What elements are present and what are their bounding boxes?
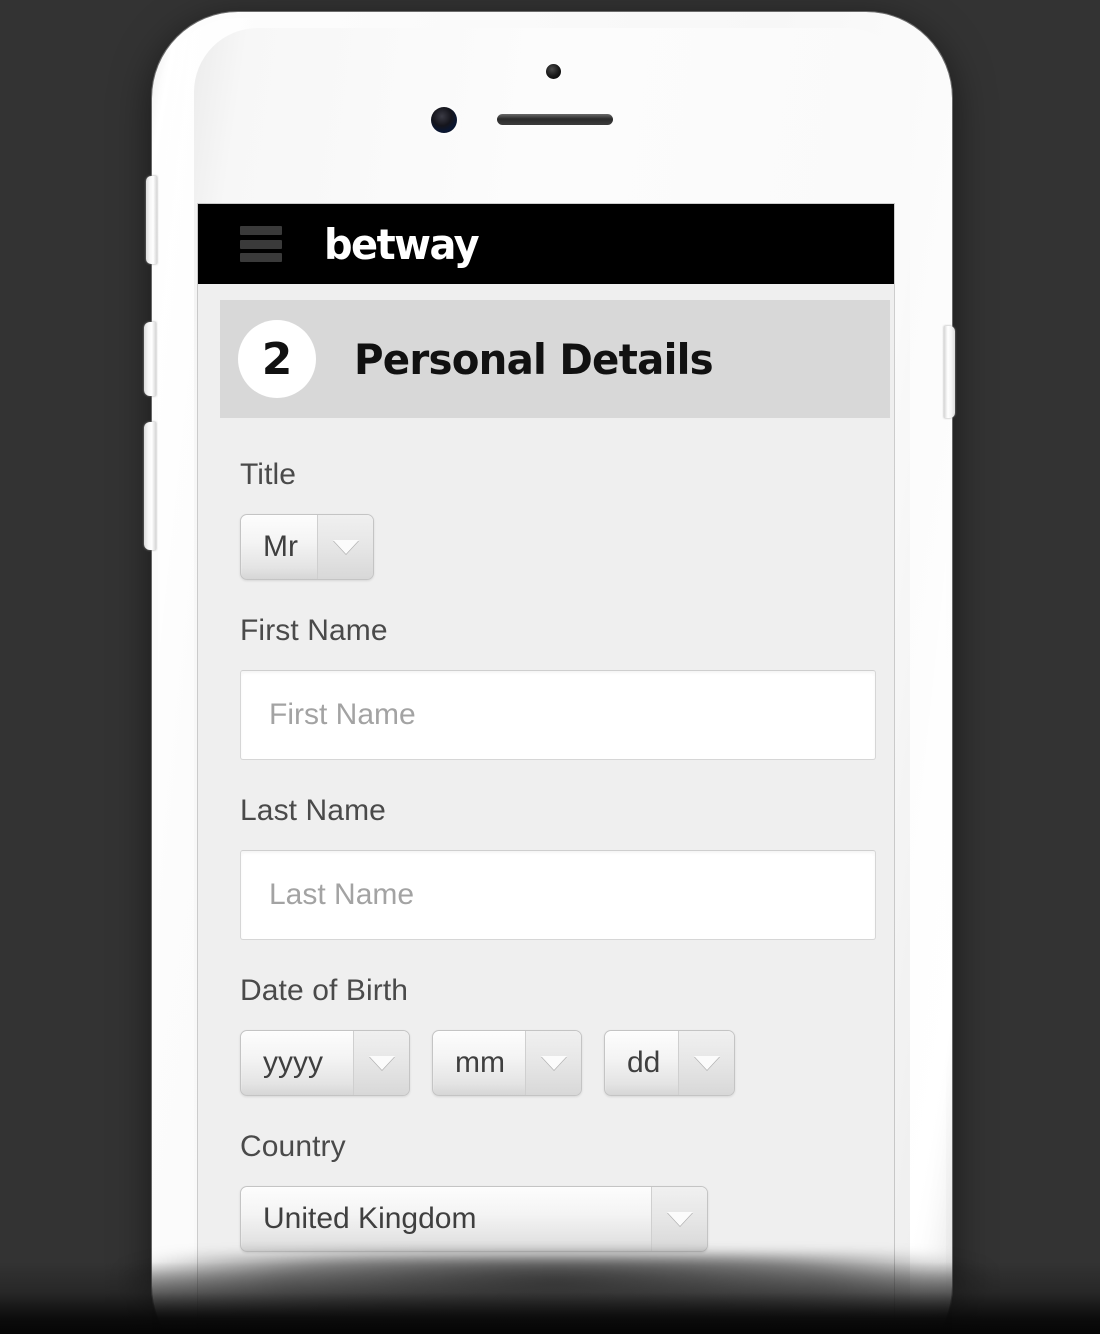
hamburger-bar-3 <box>240 253 282 262</box>
step-number-badge: 2 <box>238 320 316 398</box>
title-select[interactable]: Mr <box>240 514 374 580</box>
title-select-value: Mr <box>263 530 298 563</box>
hamburger-bar-2 <box>240 239 282 249</box>
country-select-value: United Kingdom <box>263 1202 477 1235</box>
device-screen: betway 2 Personal Details Title Mr First… <box>198 204 894 1334</box>
power-button[interactable] <box>944 326 955 418</box>
chevron-down-glyph <box>693 1056 720 1070</box>
chevron-down-glyph <box>332 540 359 554</box>
hamburger-menu-icon[interactable] <box>240 226 282 262</box>
dob-month-value: mm <box>455 1046 505 1079</box>
dob-year-value: yyyy <box>263 1046 323 1079</box>
chevron-down-icon <box>651 1187 707 1251</box>
registration-page: 2 Personal Details Title Mr First Name F… <box>198 300 894 1334</box>
chevron-down-glyph <box>368 1056 395 1070</box>
chevron-down-glyph <box>666 1212 693 1226</box>
proximity-sensor-icon <box>546 64 561 79</box>
volume-up-button[interactable] <box>144 322 156 396</box>
label-title: Title <box>240 458 297 491</box>
dob-year-select[interactable]: yyyy <box>240 1030 410 1096</box>
brand-logo[interactable]: betway <box>324 220 480 269</box>
dob-day-select[interactable]: dd <box>604 1030 736 1096</box>
label-first-name: First Name <box>240 614 388 647</box>
volume-down-button[interactable] <box>144 422 156 550</box>
chevron-down-glyph <box>540 1056 567 1070</box>
page-title: Personal Details <box>354 334 714 384</box>
first-name-input[interactable] <box>240 670 876 760</box>
silent-switch[interactable] <box>146 176 157 264</box>
camera-icon <box>431 107 457 133</box>
field-date-of-birth: Date of Birth yyyy mm dd <box>240 974 872 1096</box>
field-country: Country United Kingdom <box>240 1130 872 1252</box>
app-navbar: betway <box>198 204 894 284</box>
chevron-down-icon <box>353 1031 409 1095</box>
personal-details-form: Title Mr First Name Last Name <box>198 418 894 1252</box>
dob-day-value: dd <box>627 1046 661 1079</box>
field-first-name: First Name <box>240 614 876 760</box>
field-last-name: Last Name <box>240 794 876 940</box>
field-title: Title Mr <box>240 458 872 580</box>
speaker-icon <box>497 114 613 125</box>
chevron-down-icon <box>317 515 373 579</box>
hamburger-bar-1 <box>240 226 282 235</box>
label-date-of-birth: Date of Birth <box>240 974 409 1007</box>
label-last-name: Last Name <box>240 794 386 827</box>
dob-month-select[interactable]: mm <box>432 1030 582 1096</box>
last-name-input[interactable] <box>240 850 876 940</box>
chevron-down-icon <box>525 1031 581 1095</box>
country-select[interactable]: United Kingdom <box>240 1186 708 1252</box>
date-of-birth-group: yyyy mm dd <box>240 1030 872 1096</box>
label-country: Country <box>240 1130 346 1163</box>
step-header: 2 Personal Details <box>220 300 890 418</box>
chevron-down-icon <box>678 1031 735 1095</box>
screenshot-stage: betway 2 Personal Details Title Mr First… <box>0 0 1100 1334</box>
